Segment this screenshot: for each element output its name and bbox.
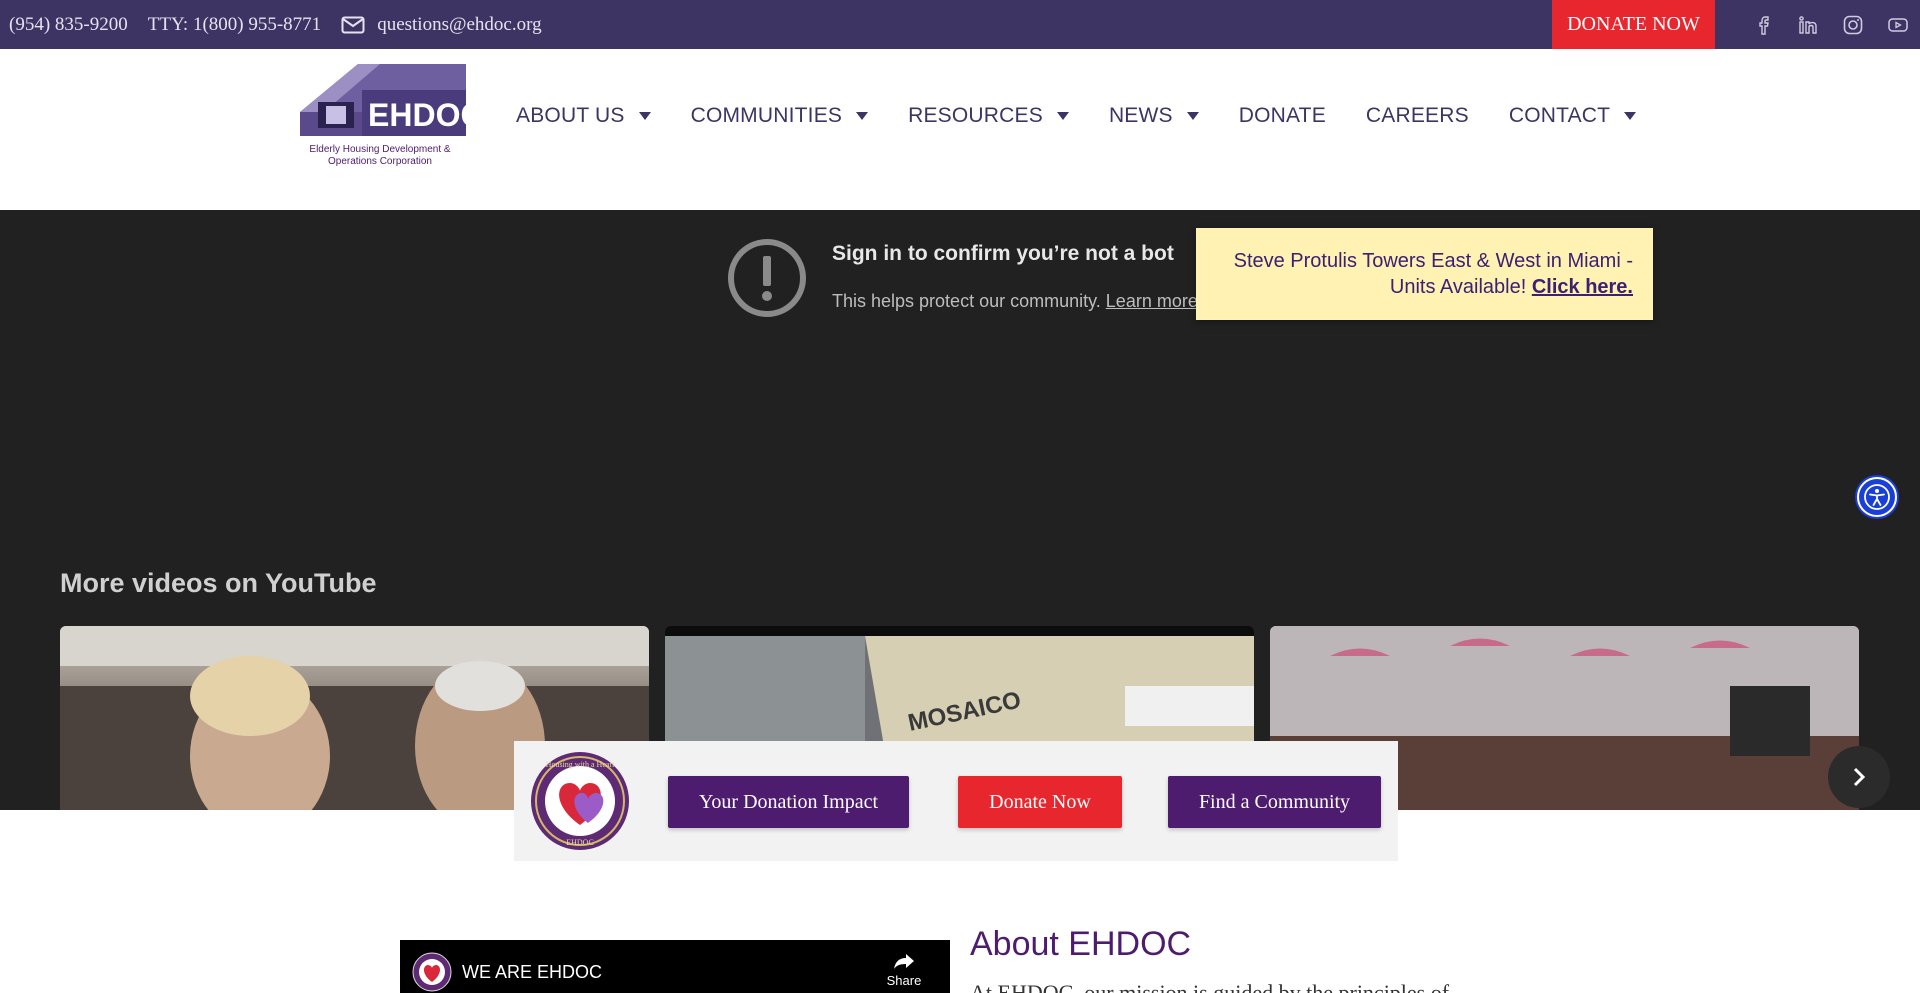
nav-label: CONTACT bbox=[1508, 104, 1611, 127]
envelope-icon bbox=[341, 16, 365, 33]
top-bar: (954) 835-9200 TTY: 1(800) 955-8771 ques… bbox=[0, 0, 1920, 49]
about-text: At EHDOC, our mission is guided by the p… bbox=[970, 980, 1450, 993]
learn-more-link[interactable]: Learn more bbox=[1106, 291, 1198, 311]
share-label: Share bbox=[886, 973, 922, 988]
nav-label: CAREERS bbox=[1365, 104, 1469, 127]
linkedin-icon[interactable] bbox=[1797, 14, 1819, 36]
bot-check-text: This helps protect our community. bbox=[832, 291, 1101, 311]
about-heading: About EHDOC bbox=[970, 925, 1192, 963]
nav-item-communities[interactable]: COMMUNITIES bbox=[691, 104, 869, 128]
seal-bottom-text: EHDOC bbox=[566, 838, 594, 847]
cta-bar: Housing with a Heart EHDOC Your Donation… bbox=[514, 741, 1398, 861]
notice-link[interactable]: Click here. bbox=[1532, 276, 1633, 298]
nav-item-resources[interactable]: RESOURCES bbox=[908, 104, 1069, 128]
caret-down-icon bbox=[1056, 112, 1069, 120]
caret-down-icon bbox=[638, 112, 651, 120]
logo-wordmark: EHDOC bbox=[368, 97, 470, 133]
phone-link[interactable]: (954) 835-9200 bbox=[9, 14, 128, 36]
chevron-right-icon bbox=[1853, 767, 1866, 787]
caret-down-icon bbox=[856, 112, 869, 120]
caret-down-icon bbox=[1186, 112, 1199, 120]
contact-info: (954) 835-9200 TTY: 1(800) 955-8771 ques… bbox=[9, 0, 542, 49]
alert-icon bbox=[728, 239, 806, 317]
logo-tagline-1: Elderly Housing Development & bbox=[309, 144, 451, 155]
bot-check-title: Sign in to confirm you’re not a bot bbox=[832, 242, 1174, 265]
nav-label: DONATE bbox=[1238, 104, 1326, 127]
nav-label: COMMUNITIES bbox=[690, 104, 843, 127]
email-text: questions@ehdoc.org bbox=[377, 13, 542, 35]
seal-top-text: Housing with a Heart bbox=[546, 760, 615, 769]
nav-label: RESOURCES bbox=[908, 104, 1043, 127]
accessibility-icon bbox=[1864, 484, 1890, 510]
availability-notice: Steve Protulis Towers East & West in Mia… bbox=[1196, 228, 1653, 320]
next-videos-button[interactable] bbox=[1828, 746, 1890, 808]
nav-item-careers[interactable]: CAREERS bbox=[1366, 104, 1469, 128]
donation-impact-button[interactable]: Your Donation Impact bbox=[668, 776, 909, 828]
share-icon bbox=[894, 954, 914, 969]
video-title: WE ARE EHDOC bbox=[462, 962, 603, 982]
social-links bbox=[1752, 0, 1909, 49]
nav-item-about-us[interactable]: ABOUT US bbox=[516, 104, 651, 128]
channel-avatar bbox=[412, 952, 452, 992]
facebook-icon[interactable] bbox=[1752, 14, 1774, 36]
nav-item-contact[interactable]: CONTACT bbox=[1508, 104, 1637, 128]
site-header: EHDOC Elderly Housing Development & Oper… bbox=[0, 49, 1920, 210]
email-link[interactable]: questions@ehdoc.org bbox=[341, 13, 542, 36]
ehdoc-logo[interactable]: EHDOC Elderly Housing Development & Oper… bbox=[290, 64, 484, 174]
donate-now-cta-button[interactable]: Donate Now bbox=[958, 776, 1122, 828]
logo-tagline-2: Operations Corporation bbox=[328, 156, 432, 167]
nav-label: ABOUT US bbox=[516, 104, 625, 127]
we-are-ehdoc-video[interactable]: WE ARE EHDOC Share bbox=[400, 940, 950, 993]
nav-label: NEWS bbox=[1108, 104, 1173, 127]
housing-with-a-heart-seal: Housing with a Heart EHDOC bbox=[531, 752, 629, 850]
bot-check-subtitle: This helps protect our community. Learn … bbox=[832, 291, 1198, 312]
nav-item-donate[interactable]: DONATE bbox=[1239, 104, 1326, 128]
share-button[interactable]: Share bbox=[884, 952, 924, 988]
tty-link[interactable]: TTY: 1(800) 955-8771 bbox=[148, 14, 321, 36]
find-community-button[interactable]: Find a Community bbox=[1168, 776, 1381, 828]
youtube-icon[interactable] bbox=[1887, 14, 1909, 36]
accessibility-button[interactable] bbox=[1857, 477, 1897, 517]
instagram-icon[interactable] bbox=[1842, 14, 1864, 36]
donate-now-button[interactable]: DONATE NOW bbox=[1552, 0, 1715, 49]
caret-down-icon bbox=[1624, 112, 1637, 120]
main-nav: ABOUT US COMMUNITIES RESOURCES NEWS DONA… bbox=[516, 101, 1676, 131]
more-videos-heading: More videos on YouTube bbox=[60, 568, 377, 598]
nav-item-news[interactable]: NEWS bbox=[1109, 104, 1199, 128]
